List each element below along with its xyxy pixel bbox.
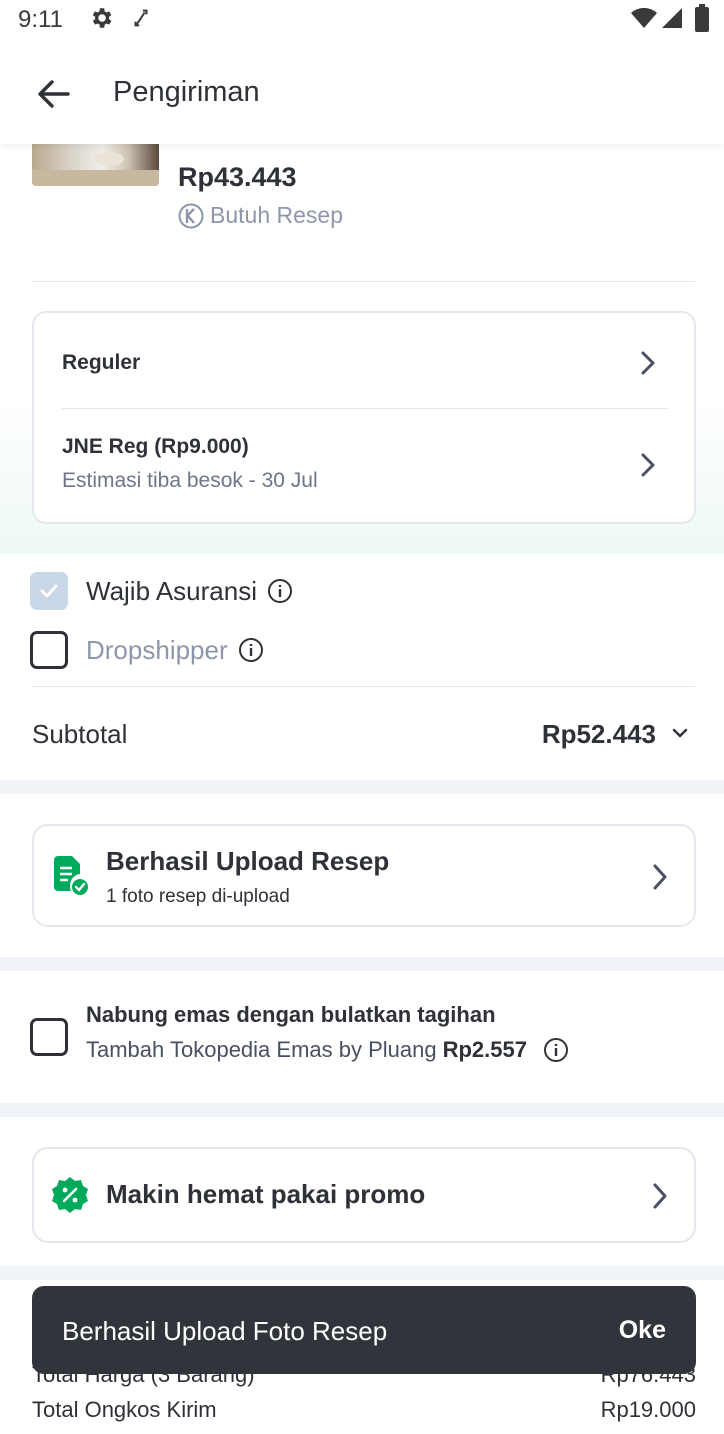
prescription-required: Butuh Resep bbox=[178, 202, 343, 229]
product-image bbox=[32, 144, 159, 186]
promo-title: Makin hemat pakai promo bbox=[106, 1179, 426, 1209]
dropshipper-label: Dropshipper bbox=[86, 634, 228, 665]
shipping-divider bbox=[62, 408, 668, 409]
signal-icon bbox=[662, 8, 682, 28]
section-separator bbox=[0, 1103, 724, 1117]
gold-savings-checkbox[interactable] bbox=[30, 1018, 68, 1056]
gold-savings-text: Tambah Tokopedia Emas by Pluang bbox=[86, 1037, 437, 1062]
status-time: 9:11 bbox=[18, 6, 63, 33]
prescription-label: Butuh Resep bbox=[210, 202, 343, 228]
product-price: Rp43.443 bbox=[178, 162, 297, 192]
chevron-right-icon[interactable] bbox=[638, 451, 658, 479]
status-bar: 9:11 bbox=[0, 0, 724, 40]
dropshipper-option: Dropshipper bbox=[30, 631, 264, 669]
subtotal-value[interactable]: Rp52.443 bbox=[542, 719, 656, 750]
snackbar: Berhasil Upload Foto Resep Oke bbox=[32, 1286, 696, 1374]
info-icon[interactable] bbox=[543, 1037, 569, 1063]
promo-card[interactable]: Makin hemat pakai promo bbox=[32, 1147, 696, 1243]
info-icon[interactable] bbox=[238, 637, 264, 663]
subtotal-label: Subtotal bbox=[32, 719, 128, 749]
gear-icon bbox=[92, 8, 112, 28]
section-separator bbox=[0, 780, 724, 794]
section-separator bbox=[0, 957, 724, 971]
gold-savings-amount: Rp2.557 bbox=[442, 1037, 527, 1062]
snackbar-ok-button[interactable]: Oke bbox=[619, 1316, 666, 1345]
checkout-content[interactable]: Rp43.443 Butuh Resep Reguler JNE Reg (Rp… bbox=[0, 144, 724, 1434]
chevron-right-icon[interactable] bbox=[638, 349, 658, 377]
page-title: Pengiriman bbox=[113, 76, 260, 108]
check-icon bbox=[40, 584, 58, 598]
upload-subtitle: 1 foto resep di-upload bbox=[106, 886, 290, 907]
document-check-icon bbox=[54, 856, 90, 896]
wifi-icon bbox=[631, 7, 657, 29]
shipping-service[interactable]: Reguler bbox=[62, 351, 140, 375]
divider bbox=[32, 686, 695, 687]
insurance-checkbox[interactable] bbox=[30, 572, 68, 610]
shipping-cost-label: Total Ongkos Kirim bbox=[32, 1397, 217, 1422]
upload-title: Berhasil Upload Resep bbox=[106, 846, 390, 876]
section-separator bbox=[0, 1266, 724, 1280]
chevron-right-icon bbox=[653, 864, 667, 890]
prescription-upload-card[interactable]: Berhasil Upload Resep 1 foto resep di-up… bbox=[32, 824, 696, 927]
chevron-right-icon bbox=[653, 1183, 667, 1209]
shipping-courier[interactable]: JNE Reg (Rp9.000) bbox=[62, 435, 249, 459]
gold-savings-title: Nabung emas dengan bulatkan tagihan bbox=[86, 1002, 496, 1027]
shipping-cost-value: Rp19.000 bbox=[600, 1397, 696, 1422]
app-bar: Pengiriman bbox=[0, 40, 724, 144]
snackbar-message: Berhasil Upload Foto Resep bbox=[62, 1316, 388, 1346]
info-icon[interactable] bbox=[267, 578, 293, 604]
shipping-card: Reguler JNE Reg (Rp9.000) Estimasi tiba … bbox=[32, 311, 696, 524]
k-circle-icon bbox=[178, 203, 204, 228]
insurance-label: Wajib Asuransi bbox=[86, 575, 257, 606]
discount-badge-icon bbox=[52, 1177, 88, 1213]
shipping-estimate: Estimasi tiba besok - 30 Jul bbox=[62, 469, 318, 492]
chevron-down-icon[interactable] bbox=[670, 726, 690, 742]
divider bbox=[32, 281, 695, 282]
dropshipper-checkbox[interactable] bbox=[30, 631, 68, 669]
gold-savings-subtitle: Tambah Tokopedia Emas by Pluang Rp2.557 bbox=[86, 1037, 569, 1063]
battery-icon bbox=[695, 4, 709, 32]
arrow-left-icon[interactable] bbox=[34, 74, 74, 114]
insurance-option: Wajib Asuransi bbox=[30, 572, 293, 610]
sync-icon bbox=[134, 9, 148, 27]
shipping-cost-row: Total Ongkos Kirim Rp19.000 bbox=[32, 1397, 696, 1423]
